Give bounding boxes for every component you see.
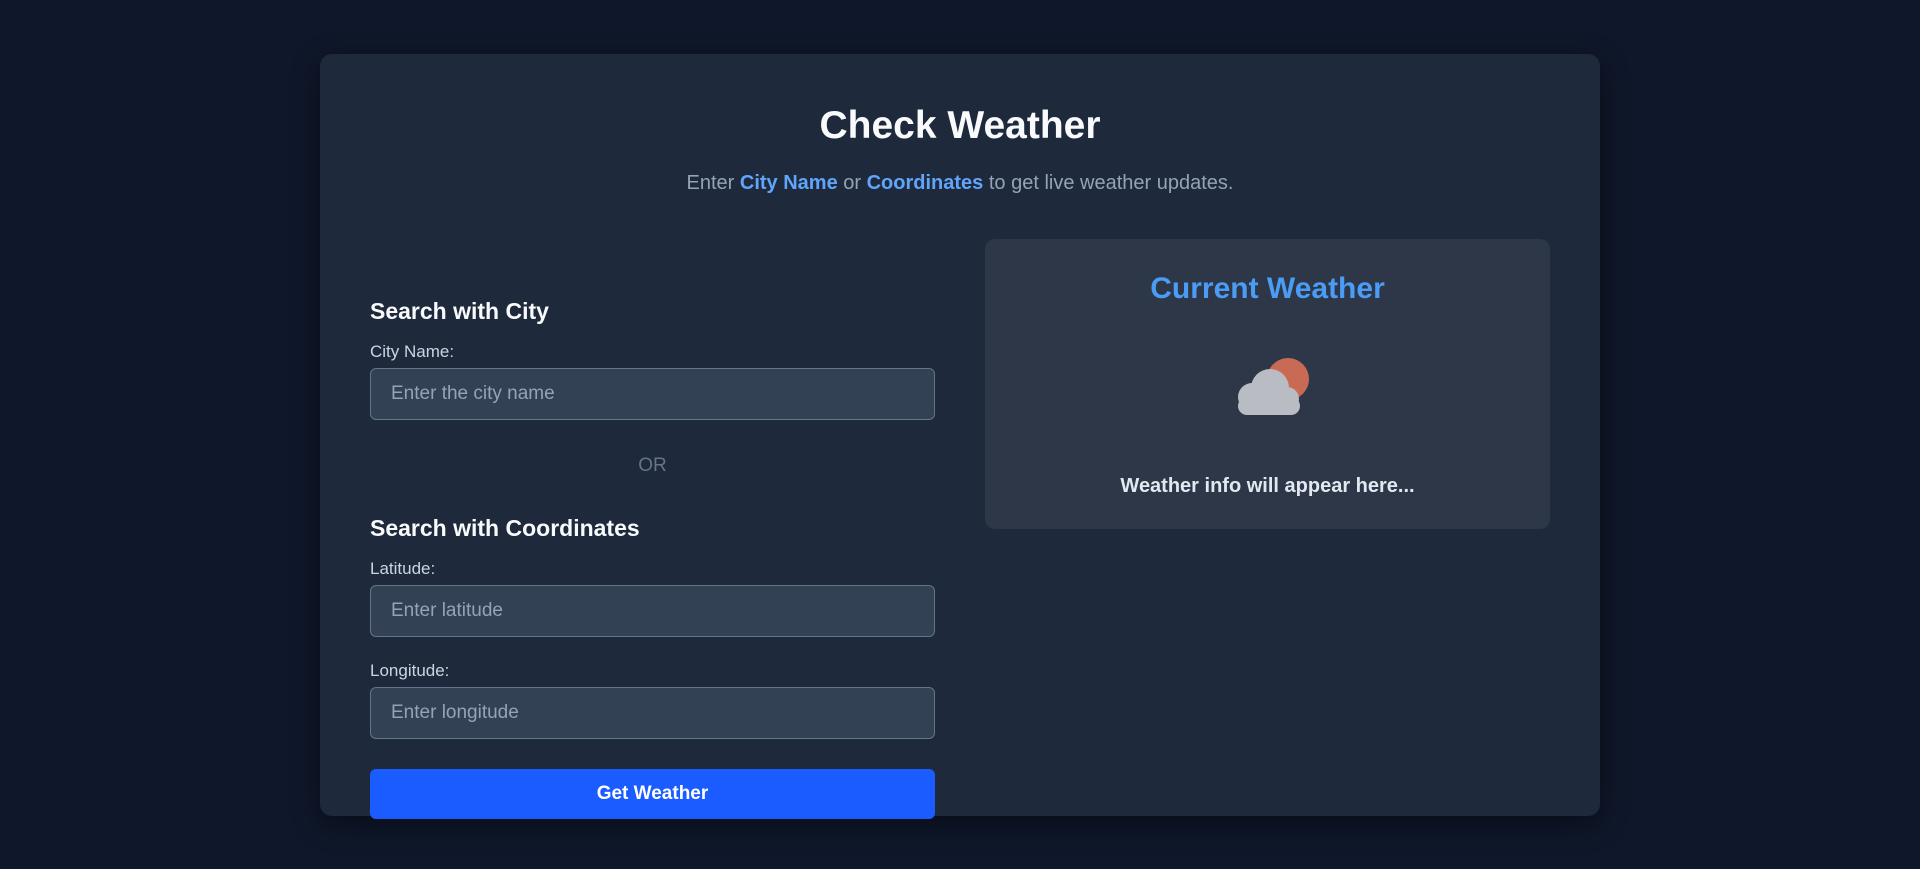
partly-cloudy-icon	[1238, 358, 1309, 415]
subtitle-coordinates-highlight: Coordinates	[866, 172, 984, 194]
longitude-input[interactable]	[370, 687, 935, 739]
subtitle-or: or	[837, 172, 867, 194]
city-name-label: City Name:	[370, 342, 455, 361]
city-name-input[interactable]	[370, 368, 935, 420]
subtitle-city-highlight: City Name	[739, 172, 838, 194]
weather-card: Check Weather Enter City Name or Coordin…	[320, 54, 1600, 819]
latitude-input[interactable]	[370, 585, 935, 637]
page-subtitle: Enter City Name or Coordinates to get li…	[320, 172, 1600, 195]
or-divider: OR	[638, 455, 667, 476]
subtitle-suffix: to get live weather updates.	[983, 172, 1234, 194]
get-weather-button[interactable]: Get Weather	[370, 769, 935, 819]
current-weather-title: Current Weather	[1150, 272, 1385, 305]
city-search-heading: Search with City	[370, 298, 549, 324]
latitude-label: Latitude:	[370, 559, 436, 578]
longitude-label: Longitude:	[370, 661, 450, 680]
subtitle-prefix: Enter	[686, 172, 740, 194]
coordinates-search-heading: Search with Coordinates	[370, 515, 640, 541]
current-weather-panel: Current Weather Weather info will appear…	[985, 239, 1550, 529]
weather-placeholder-message: Weather info will appear here...	[1120, 475, 1415, 497]
page-title: Check Weather	[819, 104, 1101, 147]
